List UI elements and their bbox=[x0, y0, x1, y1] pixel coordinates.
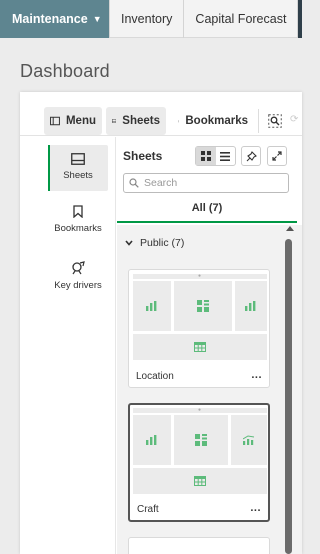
nav-edge bbox=[298, 0, 302, 38]
bookmarks-button[interactable]: Bookmarks bbox=[172, 107, 254, 135]
menu-icon bbox=[50, 116, 60, 126]
bar-chart-icon bbox=[146, 435, 157, 445]
tab-all-label: All (7) bbox=[191, 202, 223, 214]
caret-down-icon: ▼ bbox=[92, 14, 102, 24]
tab-inventory-label: Inventory bbox=[121, 12, 173, 26]
bar-chart-icon bbox=[245, 301, 256, 311]
menu-button[interactable]: Menu bbox=[44, 107, 102, 135]
rail-item-bookmarks-label: Bookmarks bbox=[54, 223, 102, 234]
tab-inventory[interactable]: Inventory bbox=[110, 0, 185, 38]
thumb-cell bbox=[235, 281, 267, 331]
group-label: Public (7) bbox=[140, 237, 185, 249]
grid-icon bbox=[200, 151, 211, 161]
rail-item-sheets-label: Sheets bbox=[63, 170, 93, 181]
sheet-search-field[interactable] bbox=[123, 173, 289, 193]
key-drivers-icon bbox=[72, 261, 85, 275]
rail-item-key-drivers-label: Key drivers bbox=[54, 280, 102, 291]
search-input[interactable] bbox=[144, 177, 284, 189]
rail-item-key-drivers[interactable]: Key drivers bbox=[48, 261, 108, 291]
menu-label: Menu bbox=[65, 115, 96, 127]
thumb-cell bbox=[231, 415, 267, 465]
tab-maintenance-label: Maintenance bbox=[12, 12, 88, 26]
sheets-button[interactable]: Sheets bbox=[106, 107, 166, 135]
thumb-cell bbox=[174, 415, 228, 465]
tab-capital-forecast[interactable]: Capital Forecast bbox=[184, 0, 299, 38]
toolbar: Menu Sheets Bookmarks ⟳ bbox=[20, 92, 302, 136]
sheet-card-next[interactable] bbox=[128, 537, 270, 554]
kpi-grid-icon bbox=[197, 300, 209, 312]
sheet-card-label: Craft bbox=[137, 504, 159, 515]
app-panel: Menu Sheets Bookmarks ⟳ Sheets Bookmarks… bbox=[20, 92, 302, 554]
arrow-up-icon bbox=[286, 226, 294, 231]
thumb-cell bbox=[133, 468, 267, 494]
expand-button[interactable] bbox=[267, 146, 287, 166]
table-icon bbox=[194, 342, 206, 352]
table-icon bbox=[194, 476, 206, 486]
list-icon bbox=[220, 151, 231, 161]
sheets-panel-title: Sheets bbox=[123, 149, 163, 163]
view-toggle bbox=[195, 146, 236, 166]
combo-chart-icon bbox=[243, 435, 255, 445]
search-icon bbox=[129, 178, 139, 188]
grid-view-button[interactable] bbox=[196, 147, 216, 165]
thumb-cell bbox=[174, 281, 232, 331]
pin-button[interactable] bbox=[241, 146, 261, 166]
left-rail: Sheets Bookmarks Key drivers bbox=[20, 137, 116, 554]
thumbnail-dot: ● bbox=[198, 407, 202, 413]
tab-all[interactable]: All (7) bbox=[117, 195, 297, 223]
sheet-thumbnail: ● bbox=[133, 408, 267, 496]
scroll-up-arrow[interactable] bbox=[285, 225, 295, 233]
list-view-button[interactable] bbox=[216, 147, 236, 165]
rail-item-bookmarks[interactable]: Bookmarks bbox=[48, 205, 108, 234]
toolbar-divider bbox=[258, 109, 259, 133]
toolbar-overflow-icon: ⟳ bbox=[290, 114, 299, 125]
bookmark-icon bbox=[178, 120, 180, 122]
pin-icon bbox=[246, 150, 257, 161]
smart-search-icon bbox=[268, 114, 282, 128]
bookmarks-label: Bookmarks bbox=[185, 115, 248, 127]
top-nav: Maintenance ▼ Inventory Capital Forecast bbox=[0, 0, 302, 38]
kpi-grid-icon bbox=[195, 434, 207, 446]
rail-item-sheets[interactable]: Sheets bbox=[48, 145, 108, 191]
expand-icon bbox=[272, 151, 282, 161]
scrollbar-thumb[interactable] bbox=[285, 239, 292, 554]
sheets-icon bbox=[71, 153, 85, 165]
sheet-list: Public (7) ● Location ... ● Craft ... bbox=[117, 225, 302, 554]
sheet-card-label: Location bbox=[136, 371, 174, 382]
rail-active-indicator bbox=[48, 145, 50, 191]
more-options-button[interactable]: ... bbox=[250, 502, 261, 514]
bar-chart-icon bbox=[146, 301, 157, 311]
smart-search-button[interactable] bbox=[264, 109, 286, 133]
more-options-button[interactable]: ... bbox=[251, 369, 262, 381]
sheets-icon bbox=[112, 119, 117, 123]
tab-capital-forecast-label: Capital Forecast bbox=[195, 12, 287, 26]
sheets-label: Sheets bbox=[122, 115, 160, 127]
thumb-cell bbox=[133, 334, 267, 360]
sheet-thumbnail: ● bbox=[133, 274, 267, 362]
thumbnail-dot: ● bbox=[198, 273, 202, 279]
thumb-cell bbox=[133, 281, 171, 331]
bookmark-icon bbox=[73, 205, 83, 218]
sheet-card-craft[interactable]: ● Craft ... bbox=[128, 403, 270, 522]
tab-maintenance[interactable]: Maintenance ▼ bbox=[0, 0, 110, 38]
page-title: Dashboard bbox=[20, 61, 110, 81]
group-header-public[interactable]: Public (7) bbox=[125, 237, 184, 249]
sheet-card-location[interactable]: ● Location ... bbox=[128, 269, 270, 388]
thumb-cell bbox=[133, 415, 171, 465]
sheets-panel: Sheets All (7) Public (7) bbox=[117, 137, 302, 554]
chevron-down-icon bbox=[125, 240, 133, 246]
